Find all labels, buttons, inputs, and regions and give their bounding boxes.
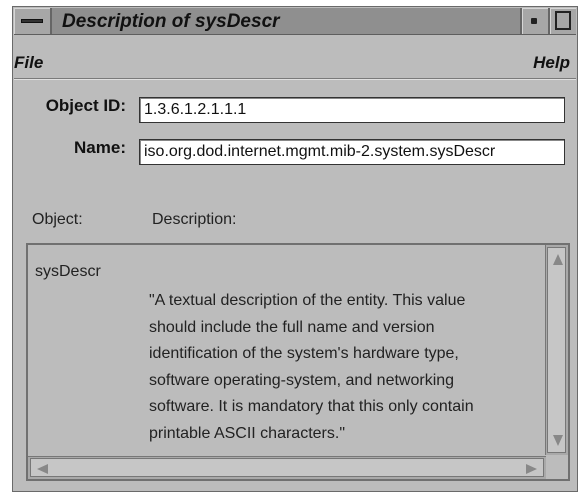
scroll-corner bbox=[546, 457, 568, 479]
description-list[interactable]: sysDescr "A textual description of the e… bbox=[26, 243, 570, 481]
object-column-header: Object: bbox=[32, 211, 83, 228]
vertical-scrollbar[interactable] bbox=[545, 245, 568, 455]
entry-object-name: sysDescr bbox=[35, 263, 101, 280]
entry-description: "A textual description of the entity. Th… bbox=[149, 292, 474, 442]
scroll-left-arrow-icon[interactable] bbox=[37, 464, 48, 474]
window-menu-icon bbox=[21, 19, 43, 23]
horizontal-scroll-thumb[interactable] bbox=[30, 458, 544, 477]
scroll-up-arrow-icon[interactable] bbox=[553, 254, 563, 265]
title-bar[interactable]: Description of sysDescr bbox=[14, 8, 576, 35]
file-menu[interactable]: File bbox=[14, 53, 43, 73]
object-id-label: Object ID: bbox=[45, 96, 126, 115]
help-menu[interactable]: Help bbox=[533, 53, 570, 73]
object-id-field[interactable] bbox=[139, 97, 565, 123]
name-label: Name: bbox=[74, 138, 126, 157]
list-item[interactable]: sysDescr "A textual description of the e… bbox=[28, 245, 546, 455]
maximize-button[interactable] bbox=[548, 8, 576, 34]
maximize-icon bbox=[555, 11, 571, 30]
description-column-header: Description: bbox=[152, 211, 237, 228]
description-window: Description of sysDescr File Help Object… bbox=[12, 6, 578, 492]
scroll-down-arrow-icon[interactable] bbox=[553, 435, 563, 446]
minimize-icon bbox=[531, 18, 537, 24]
window-title: Description of sysDescr bbox=[62, 11, 280, 32]
horizontal-scrollbar[interactable] bbox=[28, 456, 546, 479]
vertical-scroll-thumb[interactable] bbox=[547, 247, 566, 453]
window-menu-button[interactable] bbox=[14, 8, 52, 34]
menu-bar: File Help bbox=[14, 50, 576, 79]
name-field[interactable] bbox=[139, 139, 565, 165]
scroll-right-arrow-icon[interactable] bbox=[526, 464, 537, 474]
minimize-button[interactable] bbox=[520, 8, 548, 34]
